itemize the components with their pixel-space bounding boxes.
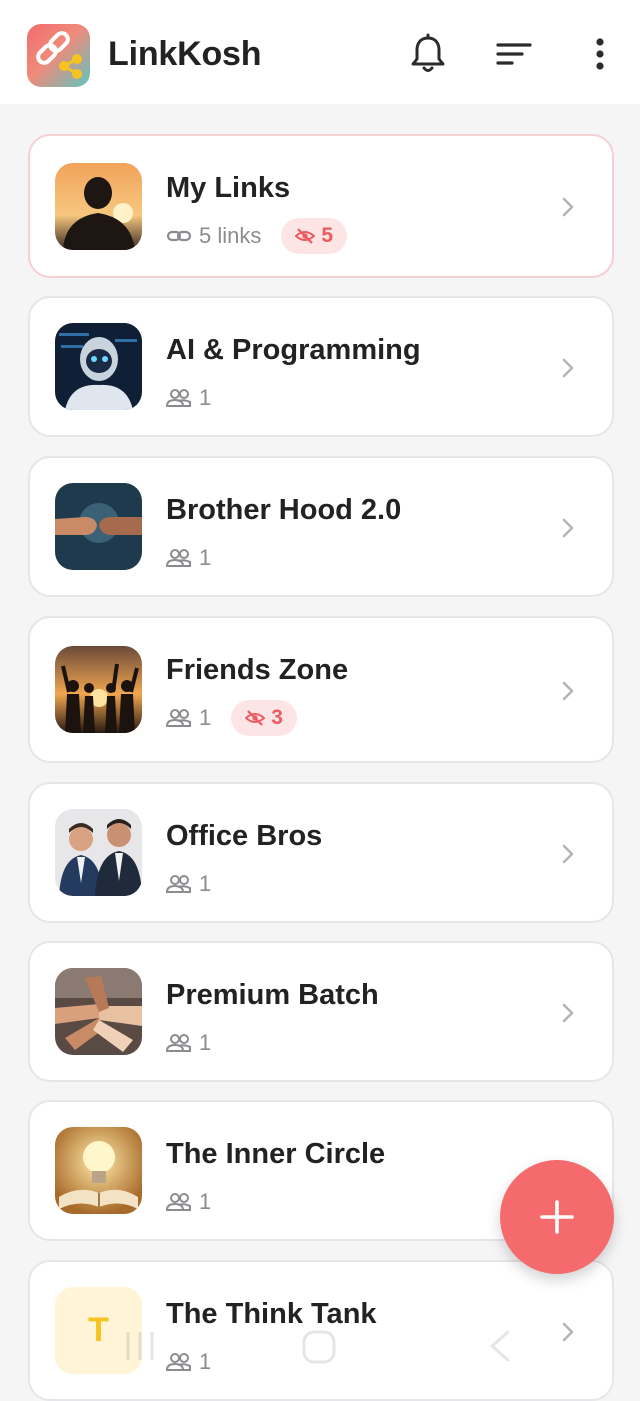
eye-off-icon	[295, 228, 316, 244]
hidden-count: 3	[271, 706, 283, 729]
group-thumbnail	[55, 968, 142, 1055]
hidden-count: 5	[321, 224, 334, 247]
group-thumbnail	[55, 163, 142, 250]
group-card-friends-zone[interactable]: Friends Zone 1 3	[28, 616, 614, 763]
bell-icon[interactable]	[406, 32, 450, 76]
group-thumbnail	[55, 1127, 142, 1214]
chevron-right-icon	[560, 1319, 576, 1345]
group-thumbnail	[55, 483, 142, 570]
group-meta: 1	[166, 866, 211, 902]
member-count: 1	[199, 871, 212, 896]
group-name: Premium Batch	[166, 979, 379, 1011]
group-meta: 5 links 5	[166, 218, 348, 254]
member-count: 1	[199, 1189, 212, 1214]
chevron-right-icon	[560, 355, 576, 381]
group-card-ai-programming[interactable]: AI & Programming 1	[28, 296, 614, 437]
group-card-premium-batch[interactable]: Premium Batch 1	[28, 941, 614, 1082]
group-meta: 1 3	[166, 700, 297, 736]
members-icon	[166, 1192, 192, 1212]
plus-icon	[540, 1200, 574, 1234]
members-icon	[166, 874, 192, 894]
group-thumbnail	[55, 323, 142, 410]
group-meta: 1	[166, 540, 211, 576]
member-count: 1	[199, 705, 212, 730]
hidden-badge: 5	[281, 218, 348, 254]
member-count: 1	[199, 1349, 212, 1374]
chevron-right-icon	[560, 1000, 576, 1026]
group-name: AI & Programming	[166, 334, 421, 366]
app-logo	[27, 24, 90, 87]
chevron-right-icon	[560, 194, 576, 220]
group-name: Office Bros	[166, 820, 323, 852]
group-name: The Inner Circle	[166, 1138, 386, 1170]
member-count: 1	[199, 1030, 212, 1055]
members-icon	[166, 548, 192, 568]
recents-nav-icon[interactable]	[124, 1326, 156, 1371]
group-meta: 1	[166, 1025, 211, 1061]
group-name: Friends Zone	[166, 654, 349, 686]
group-thumbnail	[55, 809, 142, 896]
group-card-my-links[interactable]: My Links 5 links 5	[28, 134, 614, 278]
group-name: Brother Hood 2.0	[166, 494, 402, 526]
app-bar: LinkKosh	[0, 0, 640, 104]
chevron-right-icon	[560, 678, 576, 704]
members-icon	[166, 708, 192, 728]
member-count: 1	[199, 545, 212, 570]
chevron-right-icon	[560, 515, 576, 541]
group-name: My Links	[166, 172, 291, 204]
back-nav-icon[interactable]	[486, 1326, 514, 1371]
members-icon	[166, 1033, 192, 1053]
link-count: 5 links	[199, 223, 262, 248]
app-title: LinkKosh	[108, 35, 262, 73]
more-vert-icon[interactable]	[578, 32, 622, 76]
link-icon	[166, 226, 192, 246]
group-thumbnail	[55, 646, 142, 733]
group-card-office-bros[interactable]: Office Bros 1	[28, 782, 614, 923]
home-nav-icon[interactable]	[300, 1326, 340, 1371]
members-icon	[166, 388, 192, 408]
group-name: The Think Tank	[166, 1298, 377, 1330]
group-card-brother-hood[interactable]: Brother Hood 2.0 1	[28, 456, 614, 597]
eye-off-icon	[245, 710, 266, 726]
sort-icon[interactable]	[492, 32, 536, 76]
hidden-badge: 3	[231, 700, 297, 736]
add-group-button[interactable]	[500, 1160, 614, 1274]
members-icon	[166, 1352, 192, 1372]
group-meta: 1	[166, 1344, 211, 1380]
member-count: 1	[199, 385, 212, 410]
group-meta: 1	[166, 380, 211, 416]
group-meta: 1	[166, 1184, 211, 1220]
chevron-right-icon	[560, 841, 576, 867]
link-share-icon	[36, 31, 82, 79]
